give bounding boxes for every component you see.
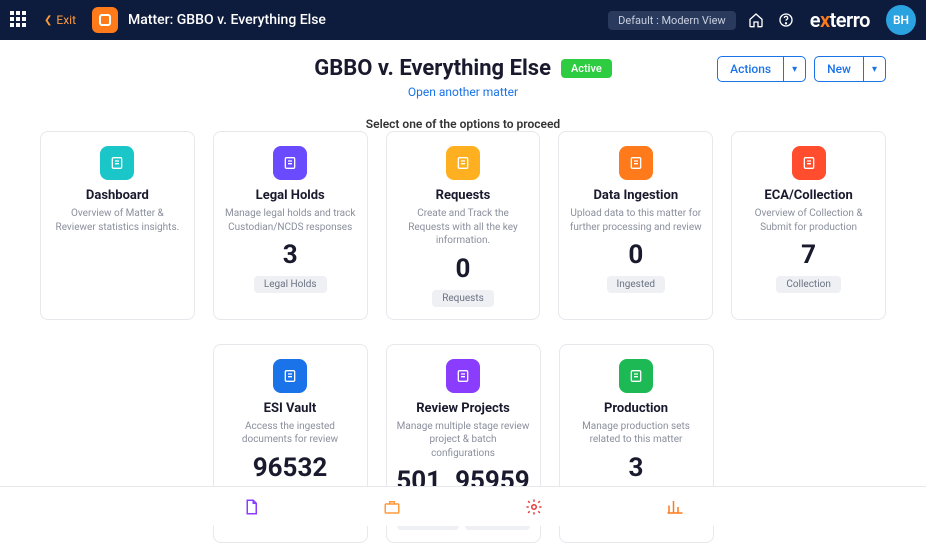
card-desc: Access the ingested documents for review xyxy=(224,420,357,447)
card-icon xyxy=(792,146,826,180)
doc-icon[interactable] xyxy=(242,498,260,516)
row1-card-3[interactable]: Data Ingestion Upload data to this matter… xyxy=(558,131,713,320)
chevron-left-icon: ❮ xyxy=(44,15,52,26)
card-tag: Ingested xyxy=(607,276,666,293)
card-desc: Manage legal holds and track Custodian/N… xyxy=(224,207,357,234)
card-title: ESI Vault xyxy=(264,401,317,416)
card-desc: Overview of Matter & Reviewer statistics… xyxy=(51,207,184,234)
matter-title: Matter: GBBO v. Everything Else xyxy=(128,12,326,28)
card-icon xyxy=(619,146,653,180)
card-icon xyxy=(446,359,480,393)
card-count: 0 xyxy=(628,240,643,270)
row1-card-1[interactable]: Legal Holds Manage legal holds and track … xyxy=(213,131,368,320)
card-count: 3 xyxy=(629,453,644,483)
open-another-matter-link[interactable]: Open another matter xyxy=(40,85,886,99)
new-button-label[interactable]: New xyxy=(815,57,863,81)
card-icon xyxy=(100,146,134,180)
brand-logo: exterro xyxy=(810,8,870,32)
cards-row-1: Dashboard Overview of Matter & Reviewer s… xyxy=(40,131,886,320)
gear-icon[interactable] xyxy=(525,498,543,516)
view-badge[interactable]: Default : Modern View xyxy=(608,11,736,30)
card-title: Dashboard xyxy=(86,188,149,203)
card-tag: Requests xyxy=(432,290,494,307)
bottom-bar xyxy=(0,486,926,526)
card-count: 96532 xyxy=(253,453,328,483)
card-count: 7 xyxy=(801,240,816,270)
row1-card-0[interactable]: Dashboard Overview of Matter & Reviewer s… xyxy=(40,131,195,320)
card-desc: Manage production sets related to this m… xyxy=(570,420,703,447)
card-title: ECA/Collection xyxy=(764,188,852,203)
actions-button-label[interactable]: Actions xyxy=(718,57,783,81)
subtitle: Select one of the options to proceed xyxy=(40,117,886,131)
card-icon xyxy=(273,146,307,180)
new-button[interactable]: New ▾ xyxy=(814,56,886,82)
card-icon xyxy=(273,359,307,393)
matter-icon xyxy=(92,7,118,33)
card-title: Production xyxy=(604,401,668,416)
row1-card-4[interactable]: ECA/Collection Overview of Collection & S… xyxy=(731,131,886,320)
card-count: 0 xyxy=(456,254,471,284)
card-tag: Legal Holds xyxy=(254,276,327,293)
card-desc: Upload data to this matter for further p… xyxy=(569,207,702,234)
card-title: Legal Holds xyxy=(256,188,325,203)
apps-grid-icon[interactable] xyxy=(10,11,28,29)
card-icon xyxy=(446,146,480,180)
card-desc: Create and Track the Requests with all t… xyxy=(397,207,530,248)
card-desc: Manage multiple stage review project & b… xyxy=(397,420,530,461)
exit-button[interactable]: ❮ Exit xyxy=(38,11,82,29)
action-row: Actions ▾ New ▾ xyxy=(717,56,886,82)
card-desc: Overview of Collection & Submit for prod… xyxy=(742,207,875,234)
avatar[interactable]: BH xyxy=(886,5,916,35)
chart-icon[interactable] xyxy=(666,498,684,516)
home-icon[interactable] xyxy=(746,10,766,30)
status-badge: Active xyxy=(561,59,612,78)
chevron-down-icon[interactable]: ▾ xyxy=(783,57,805,81)
card-title: Review Projects xyxy=(416,401,510,416)
row1-card-2[interactable]: Requests Create and Track the Requests wi… xyxy=(386,131,541,320)
card-icon xyxy=(619,359,653,393)
exit-label: Exit xyxy=(56,13,76,27)
card-tag: Collection xyxy=(776,276,841,293)
chevron-down-icon[interactable]: ▾ xyxy=(863,57,885,81)
actions-button[interactable]: Actions ▾ xyxy=(717,56,806,82)
help-icon[interactable] xyxy=(776,10,796,30)
briefcase-icon[interactable] xyxy=(383,498,401,516)
page-title: GBBO v. Everything Else xyxy=(314,56,551,81)
card-title: Requests xyxy=(436,188,491,203)
top-bar: ❮ Exit Matter: GBBO v. Everything Else D… xyxy=(0,0,926,40)
card-count: 3 xyxy=(283,240,298,270)
card-title: Data Ingestion xyxy=(593,188,678,203)
